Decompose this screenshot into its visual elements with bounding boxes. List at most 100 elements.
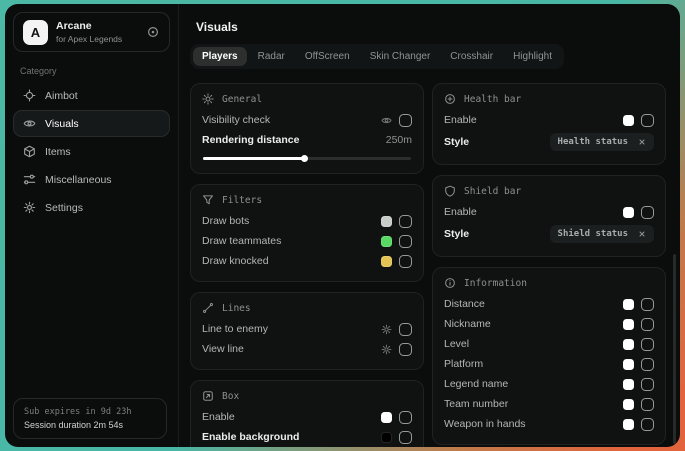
card-title: Box xyxy=(222,391,239,402)
tab-offscreen[interactable]: OffScreen xyxy=(296,47,359,66)
color-swatch[interactable] xyxy=(623,359,634,370)
row-label: Legend name xyxy=(444,378,623,390)
row-label: Visibility check xyxy=(202,114,381,126)
color-swatch[interactable] xyxy=(623,299,634,310)
close-icon[interactable] xyxy=(638,230,646,238)
select-value: Health status xyxy=(558,137,628,147)
card-title: Health bar xyxy=(464,94,521,105)
nickname-checkbox[interactable] xyxy=(641,318,654,331)
sidebar-item-items[interactable]: Items xyxy=(13,138,170,165)
shield-enable-checkbox[interactable] xyxy=(641,206,654,219)
settings-columns: General Visibility check Rendering dista… xyxy=(190,83,670,447)
card-title: Information xyxy=(464,278,527,289)
color-swatch[interactable] xyxy=(381,236,392,247)
sidebar-item-label: Settings xyxy=(45,202,83,214)
view-line-checkbox[interactable] xyxy=(399,343,412,356)
tab-skin-changer[interactable]: Skin Changer xyxy=(361,47,440,66)
box-enable-background-checkbox[interactable] xyxy=(399,431,412,444)
color-swatch[interactable] xyxy=(623,399,634,410)
tab-radar[interactable]: Radar xyxy=(249,47,294,66)
card-box-header: Box xyxy=(202,390,412,402)
target-icon[interactable] xyxy=(146,25,160,39)
sidebar-item-settings[interactable]: Settings xyxy=(13,194,170,221)
main-panel: Visuals Players Radar OffScreen Skin Cha… xyxy=(179,4,680,447)
app-subtitle: for Apex Legends xyxy=(56,34,122,44)
sidebar-item-visuals[interactable]: Visuals xyxy=(13,110,170,137)
distance-checkbox[interactable] xyxy=(641,298,654,311)
cube-icon xyxy=(23,145,36,158)
row-box-enable-background: Enable background xyxy=(202,427,412,447)
gear-icon[interactable] xyxy=(381,324,392,335)
row-label: Team number xyxy=(444,398,623,410)
tab-crosshair[interactable]: Crosshair xyxy=(441,47,502,66)
gear-icon[interactable] xyxy=(381,344,392,355)
left-column: General Visibility check Rendering dista… xyxy=(190,83,424,447)
row-label: View line xyxy=(202,343,381,355)
row-label: Style xyxy=(444,228,550,240)
tab-players[interactable]: Players xyxy=(193,47,247,66)
eye-icon[interactable] xyxy=(381,115,392,126)
health-icon xyxy=(444,93,456,105)
color-swatch[interactable] xyxy=(623,319,634,330)
sidebar-item-aimbot[interactable]: Aimbot xyxy=(13,82,170,109)
row-draw-bots: Draw bots xyxy=(202,211,412,231)
sliders-icon xyxy=(23,173,36,186)
level-checkbox[interactable] xyxy=(641,338,654,351)
card-shield-bar: Shield bar Enable Style Shield status xyxy=(432,175,666,257)
color-swatch[interactable] xyxy=(623,379,634,390)
row-draw-teammates: Draw teammates xyxy=(202,231,412,251)
row-rendering-distance: Rendering distance 250m xyxy=(202,130,412,150)
line-to-enemy-checkbox[interactable] xyxy=(399,323,412,336)
color-swatch[interactable] xyxy=(381,256,392,267)
draw-knocked-checkbox[interactable] xyxy=(399,255,412,268)
tab-highlight[interactable]: Highlight xyxy=(504,47,561,66)
sidebar-item-miscellaneous[interactable]: Miscellaneous xyxy=(13,166,170,193)
color-swatch[interactable] xyxy=(381,412,392,423)
color-swatch[interactable] xyxy=(623,115,634,126)
row-info-nickname: Nickname xyxy=(444,314,654,334)
legend-name-checkbox[interactable] xyxy=(641,378,654,391)
color-swatch[interactable] xyxy=(623,419,634,430)
health-enable-checkbox[interactable] xyxy=(641,114,654,127)
row-health-enable: Enable xyxy=(444,110,654,130)
card-filters-header: Filters xyxy=(202,194,412,206)
slider-thumb[interactable] xyxy=(301,155,308,162)
close-icon[interactable] xyxy=(638,138,646,146)
row-shield-style: Style Shield status xyxy=(444,222,654,246)
card-title: Lines xyxy=(222,303,251,314)
row-label: Draw teammates xyxy=(202,235,381,247)
color-swatch[interactable] xyxy=(381,216,392,227)
visibility-check-checkbox[interactable] xyxy=(399,114,412,127)
team-number-checkbox[interactable] xyxy=(641,398,654,411)
sun-icon xyxy=(202,93,214,105)
line-tool-icon xyxy=(202,302,214,314)
sidebar: A Arcane for Apex Legends Category Aimbo… xyxy=(5,4,179,447)
tab-bar: Players Radar OffScreen Skin Changer Cro… xyxy=(190,44,564,69)
color-swatch[interactable] xyxy=(623,339,634,350)
row-box-enable: Enable xyxy=(202,407,412,427)
color-swatch[interactable] xyxy=(623,207,634,218)
shield-style-select[interactable]: Shield status xyxy=(550,225,654,243)
slider-fill xyxy=(203,157,305,160)
draw-teammates-checkbox[interactable] xyxy=(399,235,412,248)
row-label: Enable xyxy=(444,206,623,218)
rendering-distance-slider[interactable] xyxy=(203,157,411,160)
box-enable-checkbox[interactable] xyxy=(399,411,412,424)
row-visibility-check: Visibility check xyxy=(202,110,412,130)
main-scrollbar[interactable] xyxy=(673,254,676,444)
draw-bots-checkbox[interactable] xyxy=(399,215,412,228)
weapon-in-hands-checkbox[interactable] xyxy=(641,418,654,431)
app-title-block: Arcane for Apex Legends xyxy=(56,20,122,44)
rendering-distance-value: 250m xyxy=(386,134,412,146)
health-style-select[interactable]: Health status xyxy=(550,133,654,151)
row-info-team-number: Team number xyxy=(444,394,654,414)
card-information: Information Distance Nickname xyxy=(432,267,666,445)
app-header-card: A Arcane for Apex Legends xyxy=(13,12,170,52)
page-title: Visuals xyxy=(196,20,670,34)
platform-checkbox[interactable] xyxy=(641,358,654,371)
row-label: Distance xyxy=(444,298,623,310)
card-health-bar: Health bar Enable Style Health status xyxy=(432,83,666,165)
card-shield-header: Shield bar xyxy=(444,185,654,197)
color-swatch[interactable] xyxy=(381,432,392,443)
row-info-legend-name: Legend name xyxy=(444,374,654,394)
